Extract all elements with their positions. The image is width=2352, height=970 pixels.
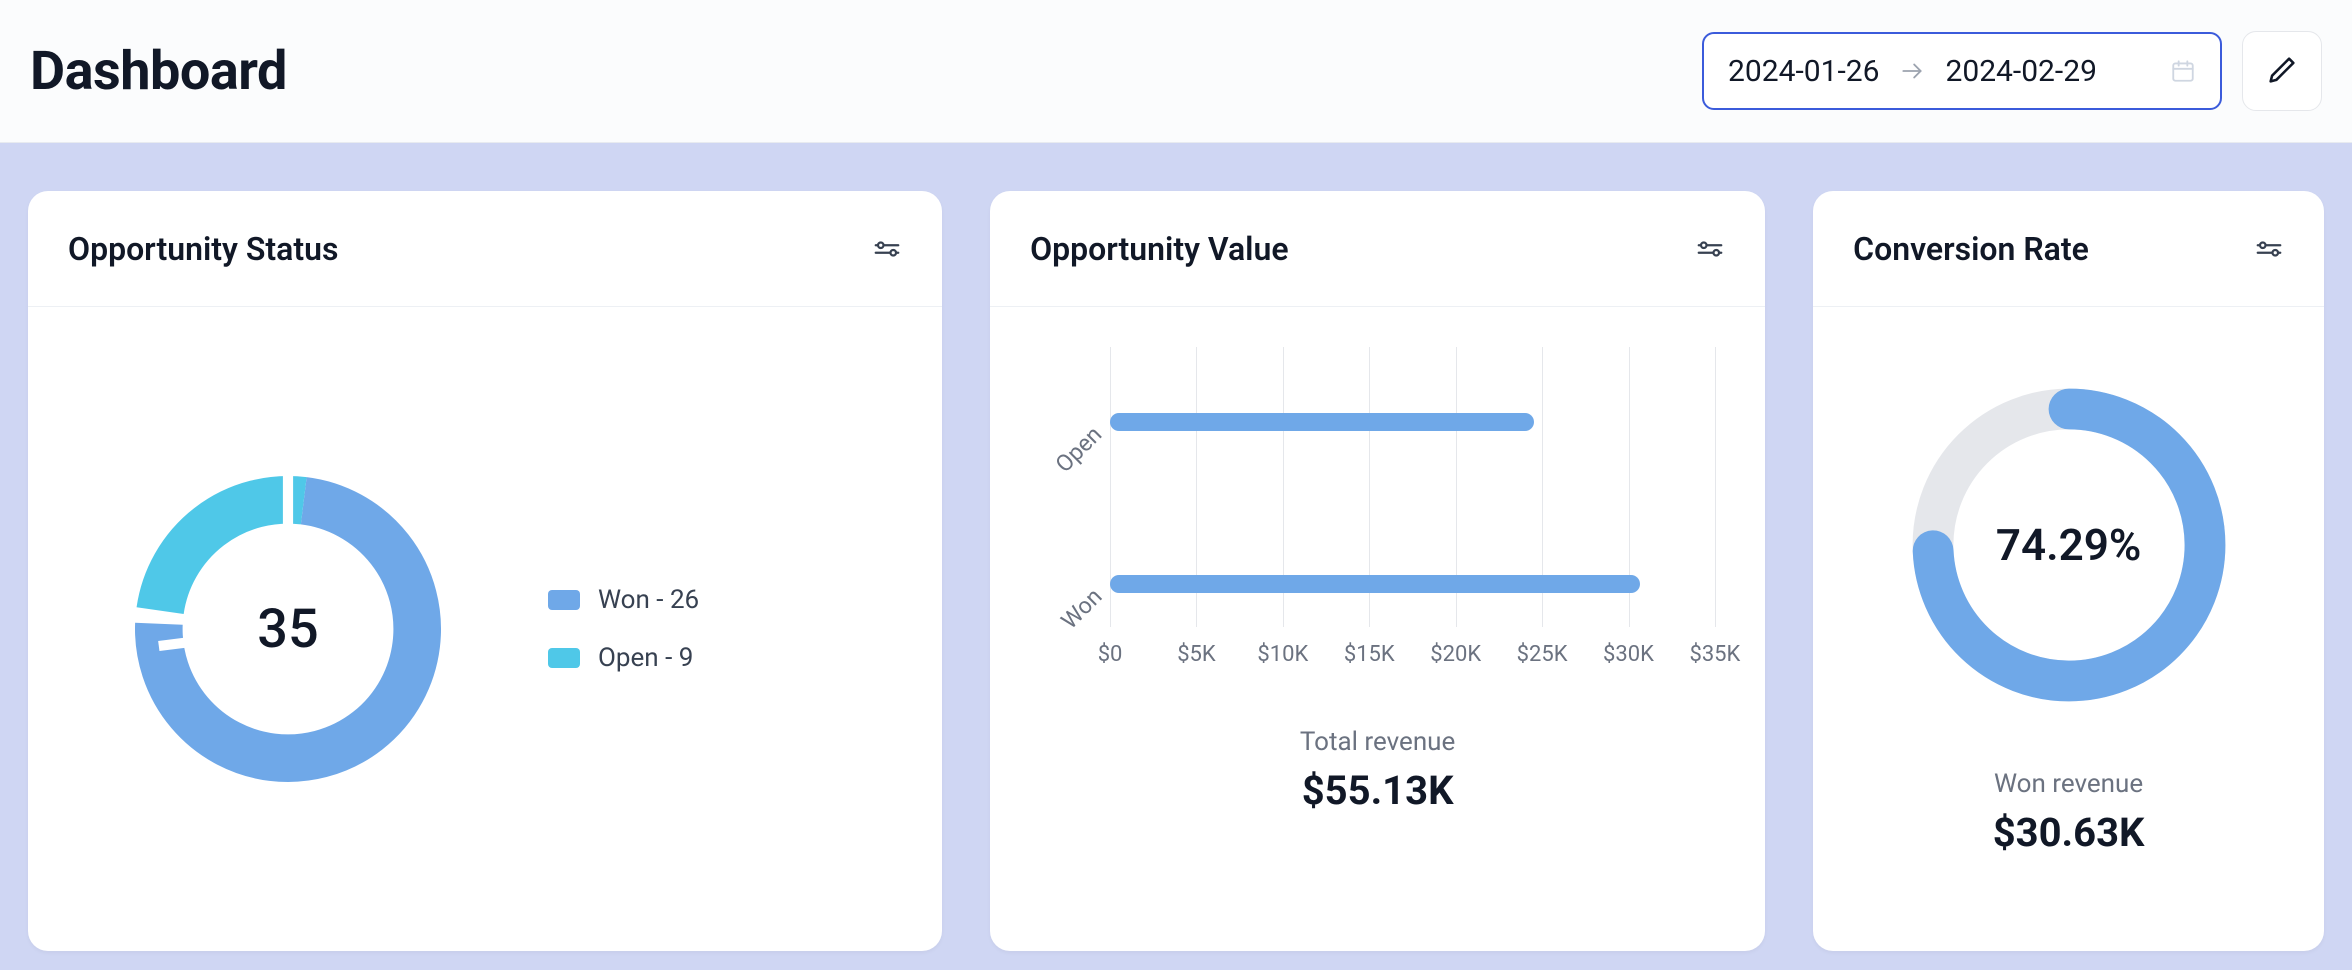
card-header: Conversion Rate xyxy=(1813,191,2324,307)
legend-swatch xyxy=(548,648,580,668)
stat-label: Won revenue xyxy=(1993,769,2145,799)
header-actions: 2024-01-26 2024-02-29 xyxy=(1702,31,2322,111)
bar-open xyxy=(1110,413,1534,431)
x-tick: $25K xyxy=(1517,642,1568,667)
stat-value: $30.63K xyxy=(1993,809,2145,856)
legend-label: Won - 26 xyxy=(598,585,699,615)
settings-icon[interactable] xyxy=(2254,234,2284,264)
date-range-start: 2024-01-26 xyxy=(1728,54,1879,89)
x-tick: $20K xyxy=(1430,642,1481,667)
arrow-right-icon xyxy=(1899,58,1925,84)
gauge-value: 74.29% xyxy=(1996,519,2142,571)
page-title: Dashboard xyxy=(30,40,287,103)
x-tick: $35K xyxy=(1689,642,1740,667)
bar-won xyxy=(1110,575,1639,593)
x-tick: $10K xyxy=(1257,642,1308,667)
card-opportunity-value: Opportunity Value xyxy=(990,191,1765,951)
legend-item-open: Open - 9 xyxy=(548,643,699,673)
card-header: Opportunity Status xyxy=(28,191,942,307)
pencil-icon xyxy=(2265,53,2299,90)
x-tick: $0 xyxy=(1098,642,1123,667)
gauge-chart: 74.29% xyxy=(1899,375,2239,715)
dashboard-cards: Opportunity Status 35 xyxy=(0,143,2352,951)
x-tick: $30K xyxy=(1603,642,1654,667)
settings-icon[interactable] xyxy=(872,234,902,264)
card-opportunity-status: Opportunity Status 35 xyxy=(28,191,942,951)
card-body: Open Won $0 $5K $10K $15K $20K $25K $30K… xyxy=(990,307,1765,951)
card-body: 35 Won - 26 Open - 9 xyxy=(28,307,942,951)
card-title: Conversion Rate xyxy=(1853,230,2089,268)
page-header: Dashboard 2024-01-26 2024-02-29 xyxy=(0,0,2352,143)
legend-label: Open - 9 xyxy=(598,643,693,673)
edit-button[interactable] xyxy=(2242,31,2322,111)
donut-total: 35 xyxy=(257,598,318,661)
y-axis-label-open: Open xyxy=(1051,421,1108,478)
bar-chart: Open Won $0 $5K $10K $15K $20K $25K $30K… xyxy=(990,307,1765,814)
donut-chart: 35 xyxy=(28,459,548,799)
card-conversion-rate: Conversion Rate 74.29% Won revenue $30.6… xyxy=(1813,191,2324,951)
x-tick: $5K xyxy=(1177,642,1216,667)
y-axis-label-won: Won xyxy=(1056,583,1108,635)
donut-legend: Won - 26 Open - 9 xyxy=(548,585,699,673)
calendar-icon xyxy=(2170,58,2196,84)
stat-won-revenue: Won revenue $30.63K xyxy=(1993,769,2145,856)
date-range-end: 2024-02-29 xyxy=(1945,54,2150,89)
card-title: Opportunity Value xyxy=(1030,230,1289,268)
stat-label: Total revenue xyxy=(1040,727,1715,757)
stat-total-revenue: Total revenue $55.13K xyxy=(1040,727,1715,814)
stat-value: $55.13K xyxy=(1040,767,1715,814)
date-range-picker[interactable]: 2024-01-26 2024-02-29 xyxy=(1702,32,2222,110)
card-body: 74.29% Won revenue $30.63K xyxy=(1813,307,2324,951)
settings-icon[interactable] xyxy=(1695,234,1725,264)
legend-swatch xyxy=(548,590,580,610)
legend-item-won: Won - 26 xyxy=(548,585,699,615)
card-title: Opportunity Status xyxy=(68,230,338,268)
x-tick: $15K xyxy=(1344,642,1395,667)
card-header: Opportunity Value xyxy=(990,191,1765,307)
